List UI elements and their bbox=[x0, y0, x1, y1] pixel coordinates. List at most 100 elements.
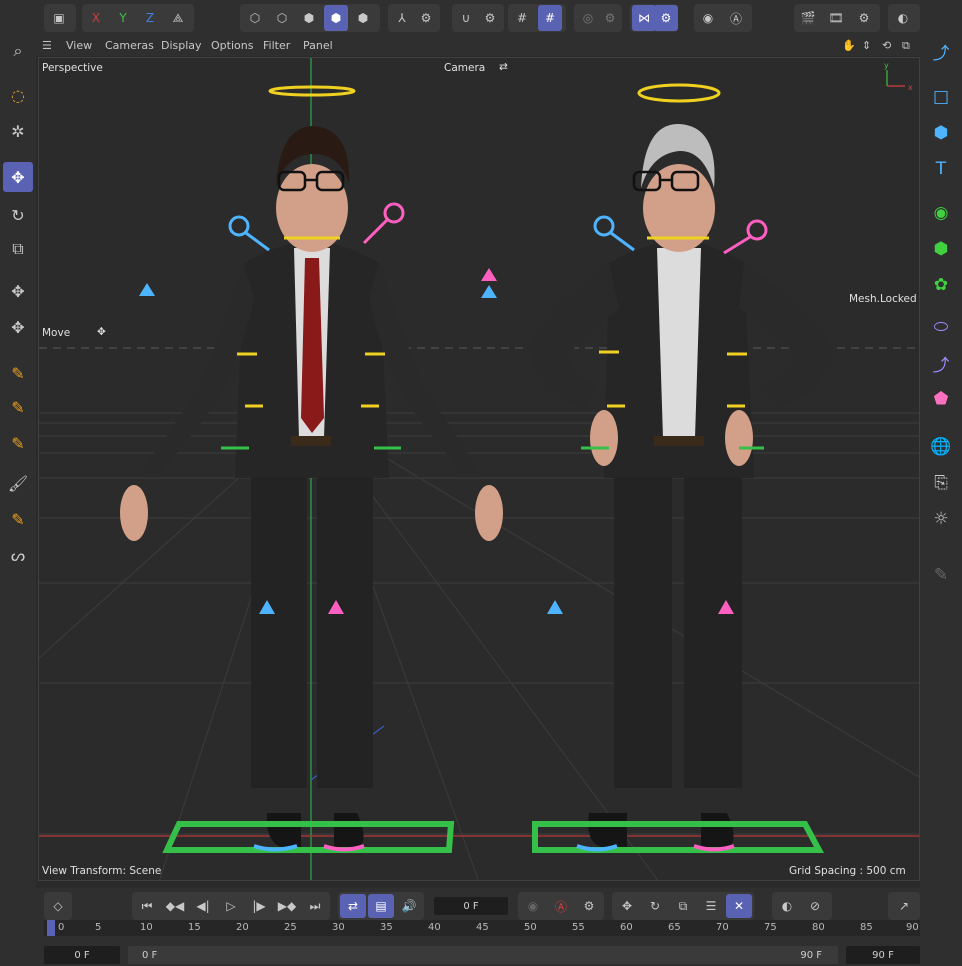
timeline-settings-icon[interactable]: ⊘ bbox=[802, 894, 828, 918]
generator-icon[interactable]: ◉ bbox=[926, 198, 956, 228]
view-transform-label: View Transform: Scene bbox=[42, 865, 162, 877]
field-icon[interactable]: ⬟ bbox=[926, 384, 956, 414]
go-to-start-icon[interactable]: ⏮ bbox=[134, 894, 160, 918]
cube-icon[interactable]: ⬢ bbox=[926, 118, 956, 148]
end-frame-field[interactable]: 90 F bbox=[846, 946, 920, 964]
undo-icon[interactable]: ▣ bbox=[47, 5, 71, 31]
viewport[interactable]: y x Perspective Camera ⇄ Move ✥ Mesh.Loc… bbox=[38, 57, 920, 881]
z-axis-lock-button[interactable]: Z bbox=[138, 5, 162, 31]
motion-clip-icon[interactable]: ◐ bbox=[774, 894, 800, 918]
tweak-icon[interactable]: ✲ bbox=[3, 116, 33, 146]
keyframe-icon[interactable]: ◇ bbox=[45, 894, 71, 918]
maximize-view-icon[interactable]: ⧉ bbox=[902, 39, 910, 53]
dolly-icon[interactable]: ⇕ bbox=[862, 39, 871, 52]
playhead[interactable] bbox=[47, 920, 55, 936]
current-frame-field[interactable]: 0 F bbox=[434, 897, 508, 915]
next-key-icon[interactable]: ▶◆ bbox=[274, 894, 300, 918]
sound-icon[interactable]: 🔊 bbox=[396, 894, 422, 918]
axis-settings-icon[interactable]: ⚙ bbox=[414, 5, 438, 31]
light-icon[interactable]: ☼ bbox=[926, 504, 956, 534]
menu-options[interactable]: Options bbox=[211, 39, 253, 52]
key-rotation-icon[interactable]: ↻ bbox=[642, 894, 668, 918]
brush-icon[interactable]: 🖌 bbox=[3, 468, 33, 498]
viewport-solo-icon[interactable]: ◉ bbox=[696, 5, 720, 31]
key-param-icon[interactable]: ☰ bbox=[698, 894, 724, 918]
axis-mode-icon[interactable]: ⅄ bbox=[390, 5, 414, 31]
ruler-tick: 55 bbox=[572, 922, 585, 933]
render-settings-icon[interactable]: ⚙ bbox=[852, 5, 876, 31]
environment-icon[interactable]: 🌐 bbox=[926, 432, 956, 462]
knife-icon[interactable]: ✎ bbox=[3, 504, 33, 534]
autokey-icon[interactable]: Ⓐ bbox=[548, 894, 574, 918]
model-mode-icon[interactable]: ⬢ bbox=[324, 5, 348, 31]
start-frame-field[interactable]: 0 F bbox=[44, 946, 120, 964]
rotate-tool-icon[interactable]: ↻ bbox=[3, 200, 33, 230]
active-tool-label: Move bbox=[42, 327, 71, 339]
orbit-icon[interactable]: ⟲ bbox=[882, 39, 891, 52]
cloner-icon[interactable]: ⬢ bbox=[926, 234, 956, 264]
redshift-icon[interactable]: ◐ bbox=[891, 5, 915, 31]
workplane-snap-icon[interactable]: # bbox=[538, 5, 562, 31]
deformer-icon[interactable]: ⬭ bbox=[926, 312, 956, 342]
transfer-tool-icon[interactable]: ✥ bbox=[3, 276, 33, 306]
key-position-icon[interactable]: ✥ bbox=[614, 894, 640, 918]
edges-mode-icon[interactable]: ⬡ bbox=[270, 5, 294, 31]
pan-icon[interactable]: ✋ bbox=[842, 39, 856, 52]
soft-selection-icon[interactable]: ◎ bbox=[576, 5, 600, 31]
snap-settings-icon[interactable]: ⚙ bbox=[478, 5, 502, 31]
polygons-mode-icon[interactable]: ⬢ bbox=[297, 5, 321, 31]
null-object-icon[interactable]: □ bbox=[926, 82, 956, 112]
range-slider[interactable]: 0 F 90 F bbox=[128, 946, 838, 964]
grid-snap-icon[interactable]: # bbox=[510, 5, 534, 31]
right-toolbar: ⤴ □ ⬢ T ◉ ⬢ ✿ ⬭ ⤴ ⬟ 🌐 ⎘ ☼ ✎ bbox=[920, 36, 962, 888]
camera-switch-icon[interactable]: ⇄ bbox=[499, 61, 508, 73]
fcurve-icon[interactable]: ↗ bbox=[891, 894, 917, 918]
next-frame-icon[interactable]: |▶ bbox=[246, 894, 272, 918]
uv-mode-icon[interactable]: ⬢ bbox=[351, 5, 375, 31]
key-settings-icon[interactable]: ⚙ bbox=[576, 894, 602, 918]
sculpt-icon[interactable]: ᔕ bbox=[3, 540, 33, 570]
ruler-tick: 90 bbox=[906, 922, 919, 933]
render-picture-viewer-icon[interactable]: 🎞 bbox=[824, 5, 848, 31]
text-icon[interactable]: T bbox=[926, 154, 956, 184]
scale-tool-icon[interactable]: ⧉ bbox=[3, 234, 33, 264]
soft-selection-settings-icon[interactable]: ⚙ bbox=[598, 5, 622, 31]
x-axis-lock-button[interactable]: X bbox=[84, 5, 108, 31]
loop-icon[interactable]: ⇄ bbox=[340, 894, 366, 918]
multi-transform-icon[interactable]: ✥ bbox=[3, 312, 33, 342]
go-to-end-icon[interactable]: ⏭ bbox=[302, 894, 328, 918]
hamburger-icon[interactable]: ☰ bbox=[42, 39, 52, 52]
symmetry-icon[interactable]: ⋈ bbox=[632, 5, 656, 31]
menu-display[interactable]: Display bbox=[161, 39, 202, 52]
snap-magnet-icon[interactable]: ∪ bbox=[454, 5, 478, 31]
prev-frame-icon[interactable]: ◀| bbox=[190, 894, 216, 918]
polygon-pen-icon[interactable]: ✎ bbox=[3, 428, 33, 458]
spline-sketch-icon[interactable]: ✎ bbox=[3, 392, 33, 422]
live-selection-icon[interactable]: ◌ bbox=[3, 80, 33, 110]
y-axis-lock-button[interactable]: Y bbox=[111, 5, 135, 31]
key-pla-icon[interactable]: ✕ bbox=[726, 894, 752, 918]
prev-key-icon[interactable]: ◆◀ bbox=[162, 894, 188, 918]
render-view-icon[interactable]: 🎬 bbox=[796, 5, 820, 31]
viewport-name[interactable]: Perspective bbox=[42, 62, 103, 74]
bend-icon[interactable]: ⤴ bbox=[926, 348, 956, 378]
search-icon[interactable]: ⌕ bbox=[3, 36, 33, 66]
move-tool-icon[interactable]: ✥ bbox=[3, 162, 33, 192]
camera-label[interactable]: Camera bbox=[444, 62, 485, 74]
spline-pen-icon[interactable]: ✎ bbox=[3, 358, 33, 388]
camera-object-icon[interactable]: ⎘ bbox=[926, 468, 956, 498]
menu-view[interactable]: View bbox=[66, 39, 92, 52]
symmetry-settings-icon[interactable]: ⚙ bbox=[654, 5, 678, 31]
record-icon[interactable]: ◉ bbox=[520, 894, 546, 918]
effector-icon[interactable]: ✿ bbox=[926, 270, 956, 300]
menu-panel[interactable]: Panel bbox=[303, 39, 333, 52]
lock-icon[interactable]: Ⓐ bbox=[724, 5, 748, 31]
coordinates-icon[interactable]: ⤴ bbox=[926, 36, 956, 66]
play-icon[interactable]: ▷ bbox=[218, 894, 244, 918]
menu-cameras[interactable]: Cameras bbox=[105, 39, 154, 52]
key-scale-icon[interactable]: ⧉ bbox=[670, 894, 696, 918]
preview-range-icon[interactable]: ▤ bbox=[368, 894, 394, 918]
points-mode-icon[interactable]: ⬡ bbox=[243, 5, 267, 31]
coordinate-system-icon[interactable]: ⟁ bbox=[166, 5, 190, 31]
menu-filter[interactable]: Filter bbox=[263, 39, 290, 52]
